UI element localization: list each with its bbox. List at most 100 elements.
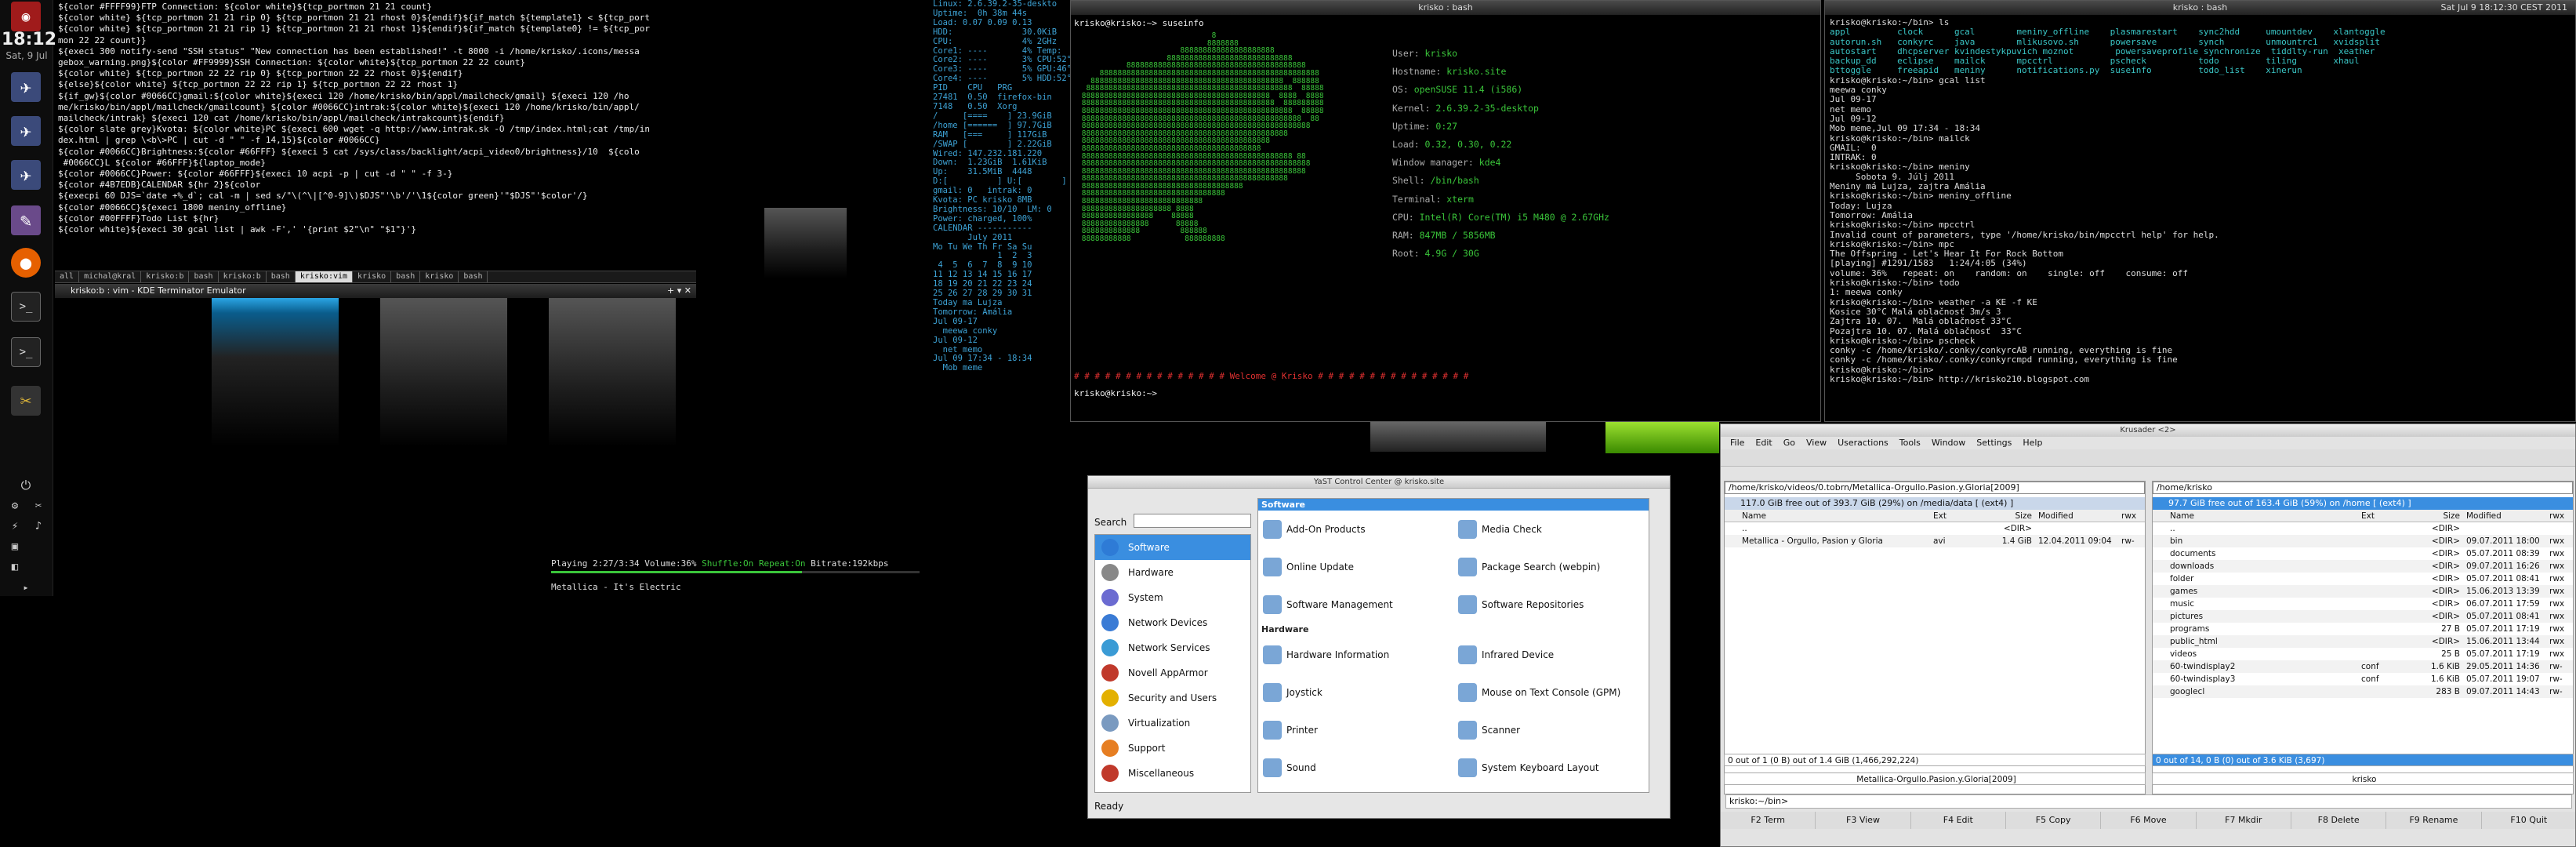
file-row[interactable]: documents <DIR> 05.07.2011 08:39 rwx bbox=[2153, 547, 2573, 560]
right-path[interactable]: /home/krisko bbox=[2153, 482, 2573, 494]
column-header[interactable]: Size bbox=[2408, 510, 2463, 522]
column-header[interactable]: rwx bbox=[2121, 510, 2145, 522]
module-item[interactable]: Add-On Products bbox=[1258, 511, 1453, 548]
firefox-icon[interactable]: ● bbox=[11, 248, 41, 278]
function-key-button[interactable]: F9 Rename bbox=[2386, 812, 2482, 829]
file-row[interactable]: public_html <DIR> 15.06.2011 13:44 rwx bbox=[2153, 635, 2573, 648]
terminal-tab[interactable]: all bbox=[55, 271, 80, 282]
tray-icon[interactable]: ✂ bbox=[30, 497, 47, 514]
column-header[interactable]: Ext bbox=[2361, 510, 2408, 522]
function-key-button[interactable]: F5 Copy bbox=[2005, 812, 2102, 829]
module-item[interactable]: Printer bbox=[1258, 711, 1453, 749]
launcher-icon[interactable]: ✈ bbox=[11, 72, 41, 102]
module-item[interactable]: System Keyboard Layout bbox=[1453, 749, 1649, 787]
volume-icon[interactable]: ♪ bbox=[30, 518, 47, 535]
launcher-icon[interactable]: ✈ bbox=[11, 160, 41, 190]
terminal-tab[interactable]: bash bbox=[267, 271, 296, 282]
terminal-tab[interactable]: michal@kral bbox=[79, 271, 142, 282]
category-item[interactable]: Security and Users bbox=[1095, 685, 1250, 711]
category-item[interactable]: Hardware bbox=[1095, 560, 1250, 585]
menu-item[interactable]: Useractions bbox=[1838, 437, 1888, 449]
module-item[interactable]: Package Search (webpin) bbox=[1453, 548, 1649, 586]
right-tab[interactable]: krisko bbox=[2152, 772, 2574, 785]
search-input[interactable] bbox=[1134, 514, 1251, 528]
terminal-tab[interactable]: bash bbox=[189, 271, 219, 282]
menu-item[interactable]: File bbox=[1730, 437, 1744, 449]
module-item[interactable]: Online Update bbox=[1258, 548, 1453, 586]
menu-item[interactable]: Tools bbox=[1899, 437, 1921, 449]
column-header[interactable]: Modified bbox=[2463, 510, 2549, 522]
tray-icon[interactable]: ◧ bbox=[6, 558, 24, 576]
suseinfo-terminal[interactable]: krisko : bash krisko@krisko:~> suseinfo … bbox=[1070, 0, 1821, 422]
terminal-tab[interactable]: krisko bbox=[353, 271, 392, 282]
menu-item[interactable]: Settings bbox=[1976, 437, 2012, 449]
function-key-button[interactable]: F2 Term bbox=[1721, 812, 1816, 829]
left-tab[interactable]: Metallica-Orgullo.Pasion.y.Gloria[2009] bbox=[1724, 772, 2146, 785]
category-list[interactable]: Software Hardware System Network Devices Net… bbox=[1094, 534, 1251, 793]
terminal-tab[interactable]: krisko bbox=[420, 271, 459, 282]
file-row[interactable]: .. <DIR> bbox=[1725, 522, 2145, 535]
column-header[interactable]: Size bbox=[1980, 510, 2035, 522]
category-item[interactable]: Novell AppArmor bbox=[1095, 660, 1250, 685]
terminal-icon[interactable]: >_ bbox=[11, 292, 41, 322]
tray-icon[interactable]: ▣ bbox=[6, 538, 24, 555]
file-row[interactable]: .. <DIR> bbox=[2153, 522, 2573, 535]
file-row[interactable]: folder <DIR> 05.07.2011 08:41 rwx bbox=[2153, 573, 2573, 585]
module-item[interactable]: Scanner bbox=[1453, 711, 1649, 749]
module-item[interactable]: Infrared Device bbox=[1453, 636, 1649, 674]
category-item[interactable]: Support bbox=[1095, 736, 1250, 761]
category-item[interactable]: System bbox=[1095, 585, 1250, 610]
function-key-button[interactable]: F8 Delete bbox=[2291, 812, 2387, 829]
tray-icon[interactable]: ⚡ bbox=[6, 518, 24, 535]
terminal-tab[interactable]: bash bbox=[391, 271, 421, 282]
column-header[interactable]: Name bbox=[1725, 510, 1933, 522]
function-key-button[interactable]: F10 Quit bbox=[2481, 812, 2575, 829]
function-key-button[interactable]: F7 Mkdir bbox=[2196, 812, 2291, 829]
file-row[interactable]: Metallica - Orgullo, Pasion y Gloria avi 1… bbox=[1725, 535, 2145, 547]
module-item[interactable]: Mouse on Text Console (GPM) bbox=[1453, 674, 1649, 711]
category-item[interactable]: Virtualization bbox=[1095, 711, 1250, 736]
command-line[interactable]: krisko:~/bin> bbox=[1725, 794, 2572, 809]
menu-item[interactable]: Edit bbox=[1755, 437, 1772, 449]
file-row[interactable]: pictures <DIR> 05.07.2011 08:41 rwx bbox=[2153, 610, 2573, 623]
file-row[interactable]: downloads <DIR> 09.07.2011 16:26 rwx bbox=[2153, 560, 2573, 573]
file-row[interactable]: videos 25 B 05.07.2011 17:19 rwx bbox=[2153, 648, 2573, 660]
file-row[interactable]: games <DIR> 15.06.2013 13:39 rwx bbox=[2153, 585, 2573, 598]
file-row[interactable]: bin <DIR> 09.07.2011 18:00 rwx bbox=[2153, 535, 2573, 547]
kde-menu-icon[interactable]: ◉ bbox=[11, 2, 41, 31]
function-key-button[interactable]: F6 Move bbox=[2101, 812, 2197, 829]
tray-icon[interactable]: ⚙ bbox=[6, 497, 24, 514]
file-row[interactable]: programs 27 B 05.07.2011 17:19 rwx bbox=[2153, 623, 2573, 635]
function-key-button[interactable]: F3 View bbox=[1816, 812, 1911, 829]
window-buttons[interactable]: + ▾ ✕ bbox=[667, 284, 691, 298]
expand-icon[interactable]: ▸ bbox=[17, 579, 34, 596]
file-row[interactable]: music <DIR> 06.07.2011 17:59 rwx bbox=[2153, 598, 2573, 610]
module-item[interactable]: Sound bbox=[1258, 749, 1453, 787]
file-row[interactable]: 60-twindisplay2 conf 1.6 KiB 29.05.2011 14:… bbox=[2153, 660, 2573, 673]
music-progress-bar[interactable] bbox=[551, 571, 920, 573]
module-item[interactable]: Joystick bbox=[1258, 674, 1453, 711]
module-item[interactable]: Media Check bbox=[1453, 511, 1649, 548]
terminal-tab[interactable]: krisko:b bbox=[219, 271, 267, 282]
category-item[interactable]: Network Services bbox=[1095, 635, 1250, 660]
terminal-icon[interactable]: >_ bbox=[11, 337, 41, 367]
menu-item[interactable]: Help bbox=[2023, 437, 2042, 449]
module-item[interactable]: Software Management bbox=[1258, 586, 1453, 623]
column-header[interactable]: rwx bbox=[2549, 510, 2573, 522]
module-item[interactable]: Hardware Information bbox=[1258, 636, 1453, 674]
file-row[interactable]: googlecl 283 B 09.07.2011 14:43 rw- bbox=[2153, 685, 2573, 698]
bash-terminal[interactable]: krisko : bash Sat Jul 9 18:12:30 CEST 201… bbox=[1824, 0, 2576, 422]
terminal-tab[interactable]: bash bbox=[459, 271, 488, 282]
power-icon[interactable]: ⏻ bbox=[17, 477, 34, 494]
column-header[interactable]: Name bbox=[2153, 510, 2361, 522]
column-header[interactable]: Modified bbox=[2035, 510, 2121, 522]
function-key-button[interactable]: F4 Edit bbox=[1910, 812, 2006, 829]
vim-editor[interactable]: ${color #FFFF99}FTP Connection: ${color … bbox=[55, 0, 696, 271]
category-item[interactable]: Miscellaneous bbox=[1095, 761, 1250, 786]
terminal-tab[interactable]: krisko:b bbox=[141, 271, 190, 282]
tools-icon[interactable]: ✂ bbox=[11, 386, 41, 416]
module-item[interactable]: Software Repositories bbox=[1453, 586, 1649, 623]
kolourpaint-icon[interactable]: ✎ bbox=[11, 205, 41, 235]
category-item[interactable]: Network Devices bbox=[1095, 610, 1250, 635]
left-path[interactable]: /home/krisko/videos/0.tobrn/Metallica-Or… bbox=[1725, 482, 2145, 494]
